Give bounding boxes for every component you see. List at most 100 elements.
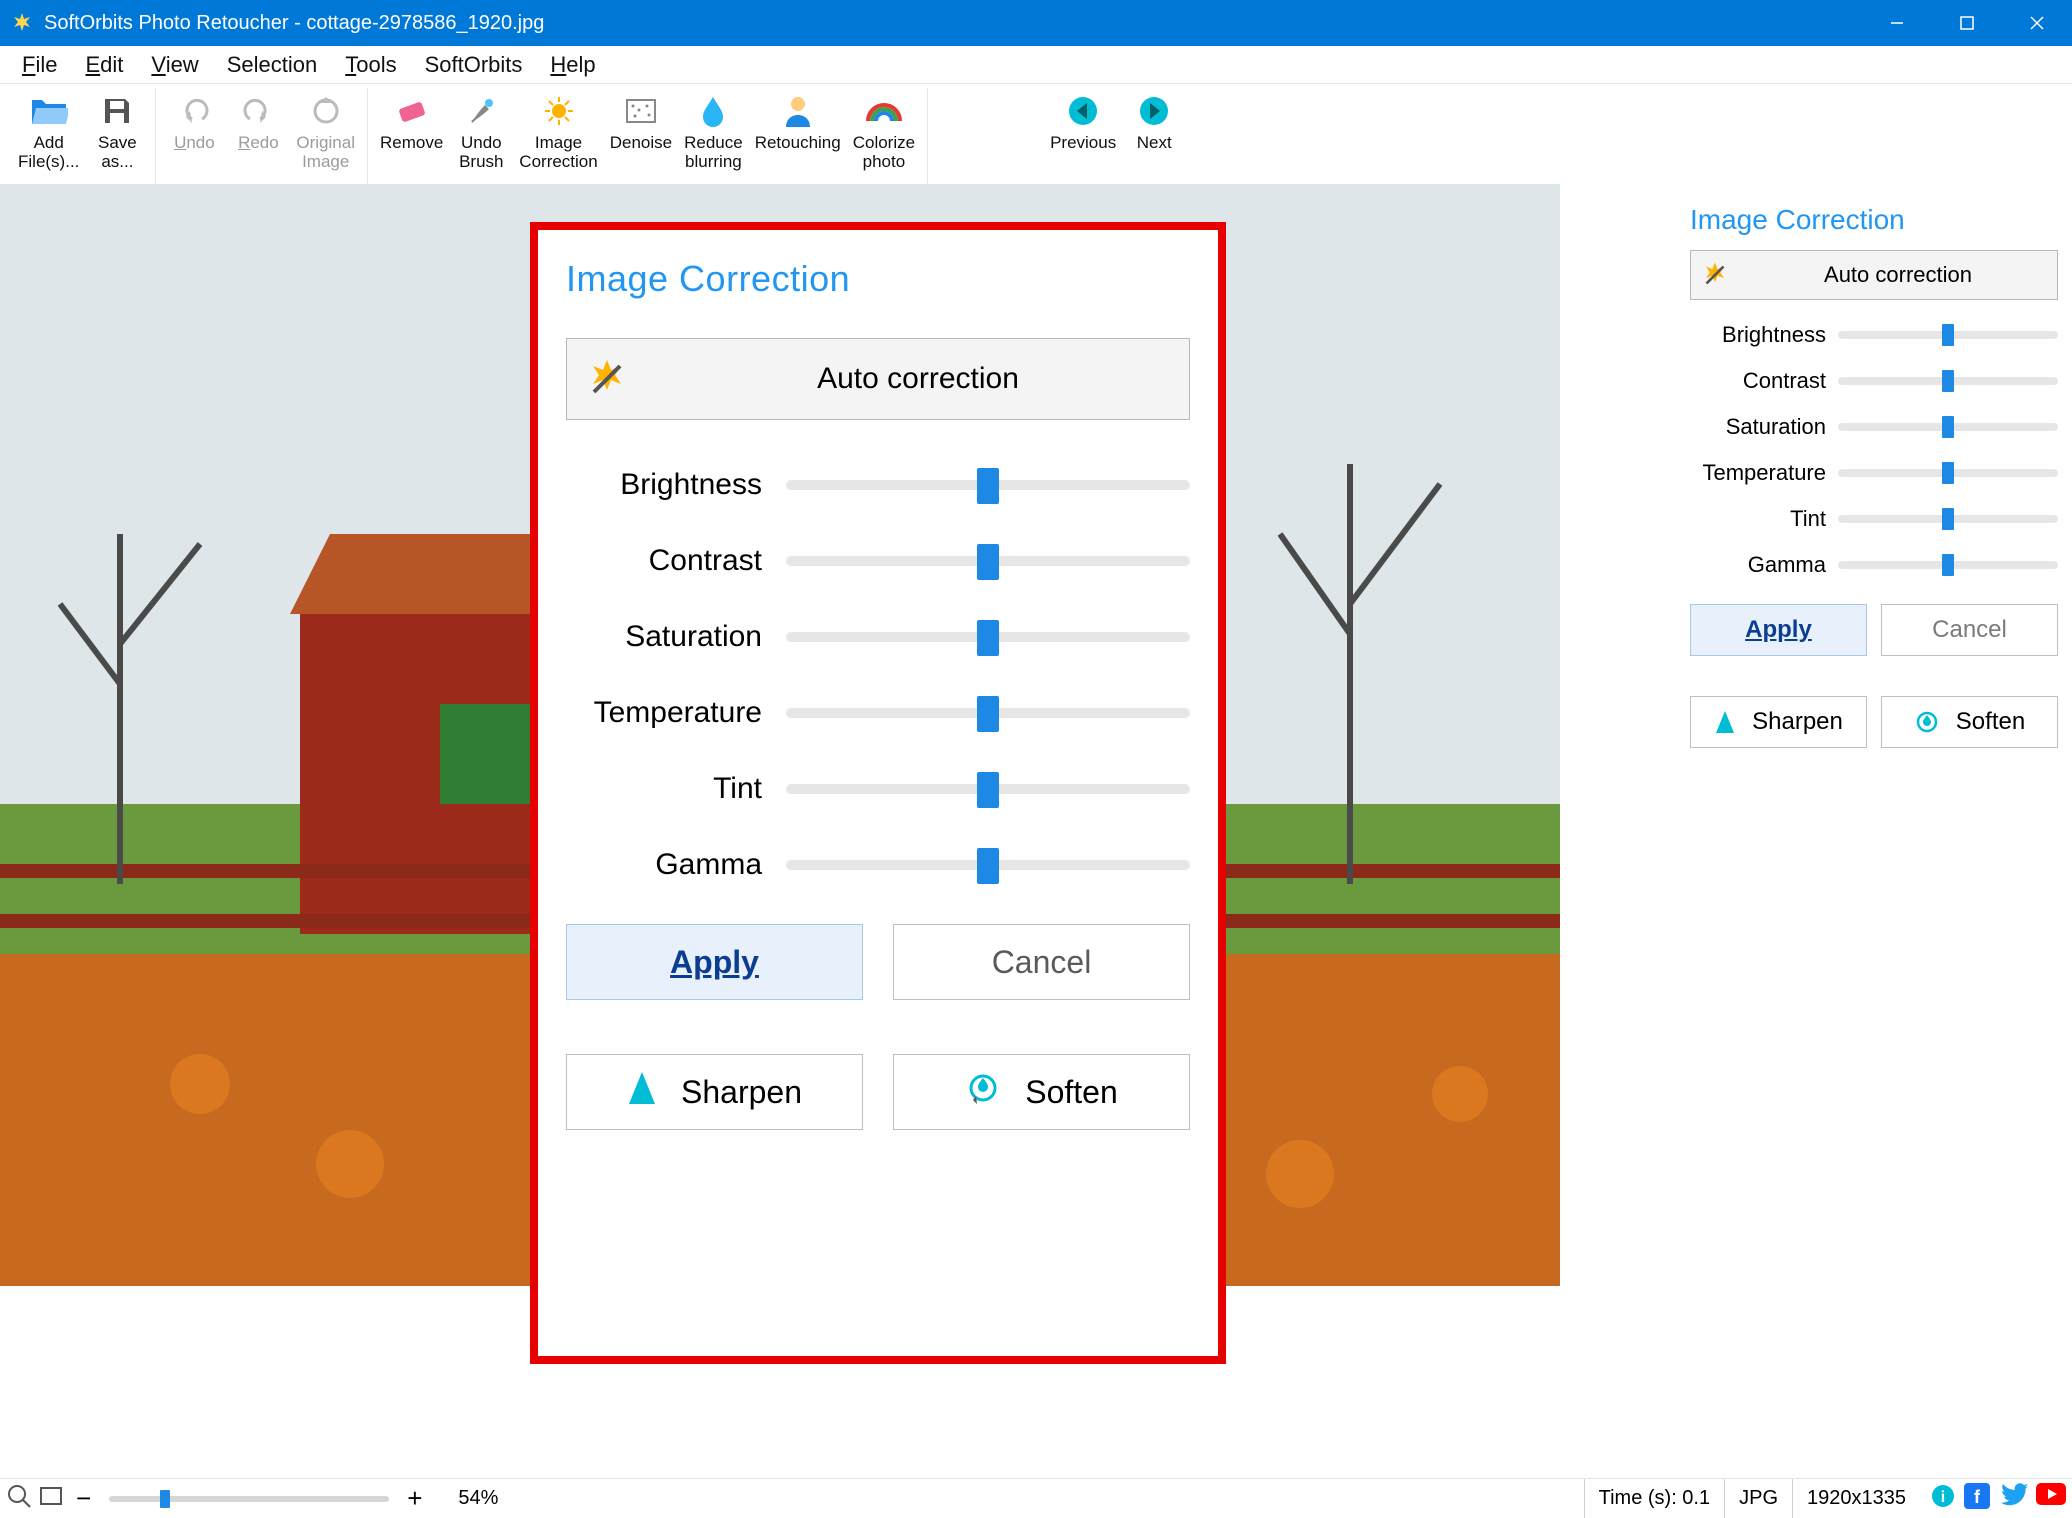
soften-icon (1914, 709, 1940, 735)
main-area: Image Correction Auto correction Brightn… (0, 184, 2072, 1478)
zoom-in-button[interactable]: + (401, 1483, 428, 1514)
arrow-left-icon (1067, 92, 1099, 130)
status-dimensions: 1920x1335 (1792, 1479, 1920, 1518)
denoise-button[interactable]: Denoise (604, 88, 678, 184)
cancel-button[interactable]: Cancel (893, 924, 1190, 1000)
original-image-button[interactable]: Original Image (290, 88, 361, 184)
brush-icon (465, 92, 497, 130)
remove-button[interactable]: Remove (374, 88, 449, 184)
soften-button[interactable]: Soften (893, 1054, 1190, 1130)
dialog-title: Image Correction (566, 258, 1190, 300)
facebook-icon[interactable]: f (1964, 1483, 1990, 1515)
status-bar: − + 54% Time (s): 0.1 JPG 1920x1335 i f (0, 1478, 2072, 1518)
sun-icon (543, 92, 575, 130)
status-format: JPG (1724, 1479, 1792, 1518)
arrow-right-icon (1138, 92, 1170, 130)
add-files-button[interactable]: Add File(s)... (12, 88, 85, 184)
menu-selection[interactable]: Selection (213, 46, 332, 84)
zoom-slider[interactable] (109, 1496, 389, 1502)
colorize-photo-button[interactable]: Colorize photo (847, 88, 921, 184)
brightness-label: Brightness (566, 468, 786, 502)
svg-text:i: i (1941, 1489, 1945, 1506)
toolbar: Add File(s)... Save as... Undo Redo Orig… (0, 84, 2072, 184)
svg-text:f: f (1974, 1487, 1981, 1507)
next-button[interactable]: Next (1122, 88, 1186, 184)
panel-brightness-slider[interactable] (1838, 331, 2058, 339)
zoom-actual-icon[interactable] (6, 1483, 32, 1515)
undo-icon (178, 92, 210, 130)
menu-bar: File Edit View Selection Tools SoftOrbit… (0, 46, 2072, 84)
minimize-button[interactable] (1862, 0, 1932, 46)
image-correction-dialog: Image Correction Auto correction Brightn… (530, 222, 1226, 1364)
menu-view[interactable]: View (137, 46, 212, 84)
status-time: Time (s): 0.1 (1584, 1479, 1725, 1518)
contrast-label: Contrast (566, 544, 786, 578)
image-correction-button[interactable]: Image Correction (513, 88, 603, 184)
panel-temperature-slider[interactable] (1838, 469, 2058, 477)
temperature-label: Temperature (566, 696, 786, 730)
undo-brush-button[interactable]: Undo Brush (449, 88, 513, 184)
retouching-button[interactable]: Retouching (749, 88, 847, 184)
maximize-button[interactable] (1932, 0, 2002, 46)
panel-saturation-label: Saturation (1690, 414, 1838, 440)
panel-title: Image Correction (1690, 204, 2058, 236)
tint-slider[interactable] (786, 784, 1190, 794)
save-as-button[interactable]: Save as... (85, 88, 149, 184)
redo-icon (242, 92, 274, 130)
menu-tools[interactable]: Tools (331, 46, 410, 84)
panel-gamma-slider[interactable] (1838, 561, 2058, 569)
youtube-icon[interactable] (2036, 1483, 2066, 1515)
canvas-area[interactable]: Image Correction Auto correction Brightn… (0, 184, 1676, 1478)
undo-button[interactable]: Undo (162, 88, 226, 184)
panel-gamma-label: Gamma (1690, 552, 1838, 578)
panel-apply-button[interactable]: Apply (1690, 604, 1867, 656)
panel-tint-label: Tint (1690, 506, 1838, 532)
drop-icon (700, 92, 726, 130)
soften-icon (965, 1070, 1001, 1114)
redo-button[interactable]: Redo (226, 88, 290, 184)
magic-wand-icon (567, 356, 647, 402)
gamma-label: Gamma (566, 848, 786, 882)
sharpen-button[interactable]: Sharpen (566, 1054, 863, 1130)
sharpen-icon (627, 1070, 657, 1114)
brightness-slider[interactable] (786, 480, 1190, 490)
temperature-slider[interactable] (786, 708, 1190, 718)
menu-edit[interactable]: Edit (71, 46, 137, 84)
zoom-fit-icon[interactable] (38, 1483, 64, 1515)
gamma-slider[interactable] (786, 860, 1190, 870)
window-title: SoftOrbits Photo Retoucher - cottage-297… (44, 12, 544, 35)
menu-softorbits[interactable]: SoftOrbits (411, 46, 537, 84)
panel-sharpen-button[interactable]: Sharpen (1690, 696, 1867, 748)
magic-wand-icon (1691, 260, 1739, 290)
contrast-slider[interactable] (786, 556, 1190, 566)
menu-help[interactable]: Help (536, 46, 609, 84)
saturation-slider[interactable] (786, 632, 1190, 642)
tint-label: Tint (566, 772, 786, 806)
sharpen-icon (1714, 709, 1736, 735)
refresh-icon (310, 92, 342, 130)
app-icon (10, 11, 34, 35)
twitter-icon[interactable] (1998, 1483, 2028, 1515)
auto-correction-button[interactable]: Auto correction (566, 338, 1190, 420)
zoom-out-button[interactable]: − (70, 1483, 97, 1514)
eraser-icon (396, 92, 428, 130)
panel-cancel-button[interactable]: Cancel (1881, 604, 2058, 656)
panel-auto-correction-button[interactable]: Auto correction (1690, 250, 2058, 300)
panel-brightness-label: Brightness (1690, 322, 1838, 348)
panel-contrast-slider[interactable] (1838, 377, 2058, 385)
zoom-value: 54% (458, 1487, 498, 1510)
info-icon[interactable]: i (1930, 1483, 1956, 1515)
panel-temperature-label: Temperature (1690, 460, 1838, 486)
noise-icon (625, 92, 657, 130)
image-correction-panel: Image Correction Auto correction Brightn… (1676, 184, 2072, 1478)
panel-soften-button[interactable]: Soften (1881, 696, 2058, 748)
apply-button[interactable]: Apply (566, 924, 863, 1000)
rainbow-icon (866, 92, 902, 130)
panel-saturation-slider[interactable] (1838, 423, 2058, 431)
menu-file[interactable]: File (8, 46, 71, 84)
previous-button[interactable]: Previous (1044, 88, 1122, 184)
close-button[interactable] (2002, 0, 2072, 46)
reduce-blurring-button[interactable]: Reduce blurring (678, 88, 749, 184)
folder-open-icon (30, 92, 68, 130)
panel-tint-slider[interactable] (1838, 515, 2058, 523)
